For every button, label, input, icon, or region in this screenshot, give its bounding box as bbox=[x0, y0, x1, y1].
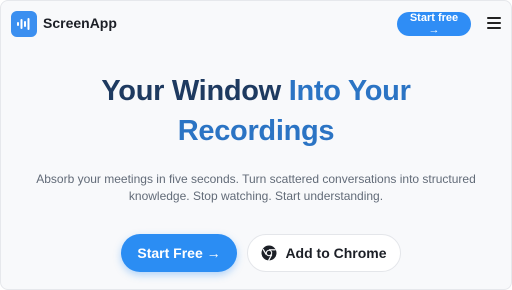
add-to-chrome-label: Add to Chrome bbox=[285, 245, 387, 261]
start-free-button[interactable]: Start Free → bbox=[121, 234, 237, 272]
chrome-icon bbox=[261, 245, 277, 261]
add-to-chrome-button[interactable]: Add to Chrome bbox=[247, 234, 401, 272]
hero-headline: Your Window Into Your Recordings bbox=[1, 71, 511, 151]
hero-subtext: Absorb your meetings in five seconds. Tu… bbox=[36, 172, 476, 203]
hamburger-menu-icon[interactable] bbox=[487, 17, 501, 29]
page-frame: ScreenApp Start free → Your Window Into … bbox=[0, 0, 512, 290]
headline-part1: Your Window bbox=[101, 75, 289, 107]
headline-part2: Recordings bbox=[177, 115, 335, 147]
sound-wave-icon[interactable] bbox=[11, 11, 37, 37]
start-free-nav-button[interactable]: Start free → bbox=[397, 12, 471, 36]
brand-name[interactable]: ScreenApp bbox=[43, 15, 117, 31]
navbar: ScreenApp Start free → bbox=[1, 1, 511, 47]
headline-accent: Into Your bbox=[288, 75, 411, 107]
